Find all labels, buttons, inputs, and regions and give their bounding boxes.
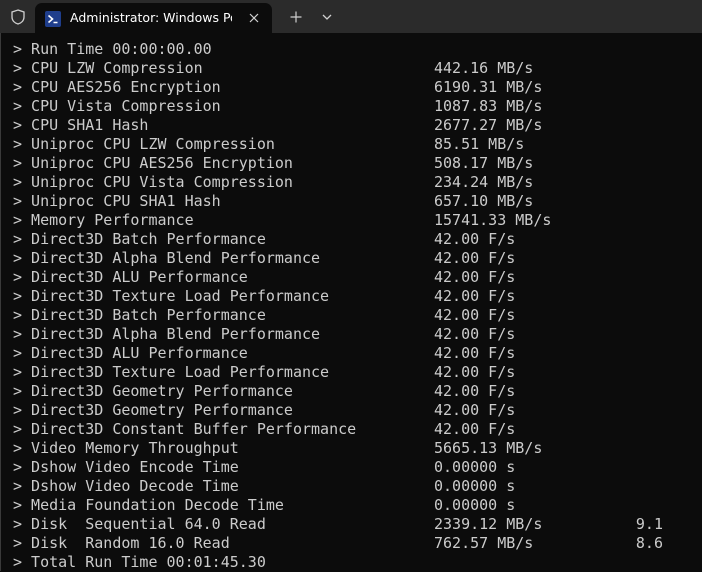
output-line: > CPU SHA1 Hash 2677.27 MB/s [13,116,693,135]
output-line: > Disk Sequential 64.0 Read 2339.12 MB/s 9… [13,515,693,534]
output-line: > Memory Performance 15741.33 MB/s [13,211,693,230]
benchmark-label: > Direct3D Batch Performance [13,230,266,248]
benchmark-label: > Direct3D Constant Buffer Performance [13,420,357,438]
benchmark-value: 42.00 F/s [434,325,516,343]
benchmark-value: 2339.12 MB/s [434,515,543,533]
benchmark-label: > Direct3D ALU Performance [13,344,248,362]
benchmark-value: 442.16 MB/s [434,59,534,77]
output-line: > Uniproc CPU SHA1 Hash 657.10 MB/s [13,192,693,211]
output-line: > CPU AES256 Encryption 6190.31 MB/s [13,78,693,97]
benchmark-value: 657.10 MB/s [434,192,534,210]
benchmark-label: > Media Foundation Decode Time [13,496,284,514]
benchmark-value: 42.00 F/s [434,287,516,305]
output-line: > Direct3D Alpha Blend Performance 42.00 … [13,325,693,344]
powershell-icon [45,11,61,27]
output-line: > Direct3D ALU Performance 42.00 F/s [13,344,693,363]
benchmark-label: > Run Time 00:00:00.00 [13,40,212,58]
benchmark-label: > Direct3D Geometry Performance [13,382,293,400]
benchmark-value: 42.00 F/s [434,230,516,248]
benchmark-value: 0.00000 s [434,477,516,495]
benchmark-label: > Uniproc CPU Vista Compression [13,173,293,191]
benchmark-value: 15741.33 MB/s [434,211,552,229]
benchmark-label: > Video Memory Throughput [13,439,239,457]
output-line: > Dshow Video Encode Time 0.00000 s [13,458,693,477]
benchmark-label: > Dshow Video Encode Time [13,458,239,476]
output-line: > Direct3D Texture Load Performance 42.00… [13,287,693,306]
benchmark-label: > CPU SHA1 Hash [13,116,149,134]
output-line: > Video Memory Throughput 5665.13 MB/s [13,439,693,458]
benchmark-label: > Memory Performance [13,211,194,229]
shield-icon[interactable] [9,8,27,26]
output-line: > Media Foundation Decode Time 0.00000 s [13,496,693,515]
output-line: > Disk Random 16.0 Read 762.57 MB/s 8.6 [13,534,693,553]
benchmark-value: 42.00 F/s [434,306,516,324]
output-line: > CPU Vista Compression 1087.83 MB/s [13,97,693,116]
output-line: > CPU LZW Compression 442.16 MB/s [13,59,693,78]
benchmark-value: 42.00 F/s [434,249,516,267]
benchmark-value: 42.00 F/s [434,344,516,362]
benchmark-value: 42.00 F/s [434,401,516,419]
benchmark-label: > Dshow Video Decode Time [13,477,239,495]
output-line: > Uniproc CPU Vista Compression 234.24 MB… [13,173,693,192]
benchmark-value: 0.00000 s [434,496,516,514]
benchmark-label: > CPU LZW Compression [13,59,203,77]
benchmark-label: > Direct3D Texture Load Performance [13,363,330,381]
benchmark-label: > Disk Sequential 64.0 Read [13,515,266,533]
benchmark-score: 8.6 [635,534,663,552]
chevron-down-icon[interactable] [316,6,338,28]
output-line: > Direct3D Texture Load Performance 42.00… [13,363,693,382]
benchmark-value: 762.57 MB/s [434,534,534,552]
benchmark-value: 234.24 MB/s [434,173,534,191]
benchmark-value: 0.00000 s [434,458,516,476]
tab-title: Administrator: Windows PowerShell [70,10,232,25]
output-line: > Direct3D Geometry Performance 42.00 F/s [13,382,693,401]
benchmark-value: 42.00 F/s [434,382,516,400]
output-line: > Direct3D Alpha Blend Performance 42.00 … [13,249,693,268]
terminal-output[interactable]: > Run Time 00:00:00.00 > CPU LZW Compress… [0,33,702,571]
benchmark-value: 2677.27 MB/s [434,116,543,134]
benchmark-value: 5665.13 MB/s [434,439,543,457]
benchmark-label: > Direct3D Batch Performance [13,306,266,324]
benchmark-label: > CPU Vista Compression [13,97,221,115]
output-line: > Direct3D Batch Performance 42.00 F/s [13,306,693,325]
benchmark-label: > Direct3D Alpha Blend Performance [13,249,321,267]
output-line: > Direct3D Geometry Performance 42.00 F/s [13,401,693,420]
benchmark-label: > Disk Random 16.0 Read [13,534,230,552]
output-line: > Direct3D Batch Performance 42.00 F/s [13,230,693,249]
output-line: > Direct3D Constant Buffer Performance 42… [13,420,693,439]
benchmark-value: 508.17 MB/s [434,154,534,172]
output-line: > Uniproc CPU AES256 Encryption 508.17 MB… [13,154,693,173]
benchmark-value: 85.51 MB/s [434,135,525,153]
output-line: > Direct3D ALU Performance 42.00 F/s [13,268,693,287]
output-line: > Dshow Video Decode Time 0.00000 s [13,477,693,496]
benchmark-label: > Uniproc CPU AES256 Encryption [13,154,293,172]
benchmark-label: > Total Run Time 00:01:45.30 [13,553,266,571]
benchmark-label: > Direct3D Geometry Performance [13,401,293,419]
output-line: > Uniproc CPU LZW Compression 85.51 MB/s [13,135,693,154]
tab-powershell[interactable]: Administrator: Windows PowerShell [35,3,272,34]
benchmark-value: 42.00 F/s [434,363,516,381]
benchmark-label: > CPU AES256 Encryption [13,78,221,96]
benchmark-value: 42.00 F/s [434,268,516,286]
benchmark-value: 42.00 F/s [434,420,516,438]
output-line: > Total Run Time 00:01:45.30 [13,553,693,572]
output-line: > Run Time 00:00:00.00 [13,40,693,59]
benchmark-score: 9.1 [635,515,663,533]
benchmark-label: > Direct3D ALU Performance [13,268,248,286]
benchmark-value: 1087.83 MB/s [434,97,543,115]
close-icon[interactable] [245,9,263,27]
benchmark-label: > Uniproc CPU LZW Compression [13,135,275,153]
benchmark-label: > Uniproc CPU SHA1 Hash [13,192,221,210]
benchmark-label: > Direct3D Alpha Blend Performance [13,325,321,343]
plus-icon[interactable] [284,6,308,28]
tab-bar: Administrator: Windows PowerShell [0,0,702,34]
benchmark-value: 6190.31 MB/s [434,78,543,96]
benchmark-label: > Direct3D Texture Load Performance [13,287,330,305]
